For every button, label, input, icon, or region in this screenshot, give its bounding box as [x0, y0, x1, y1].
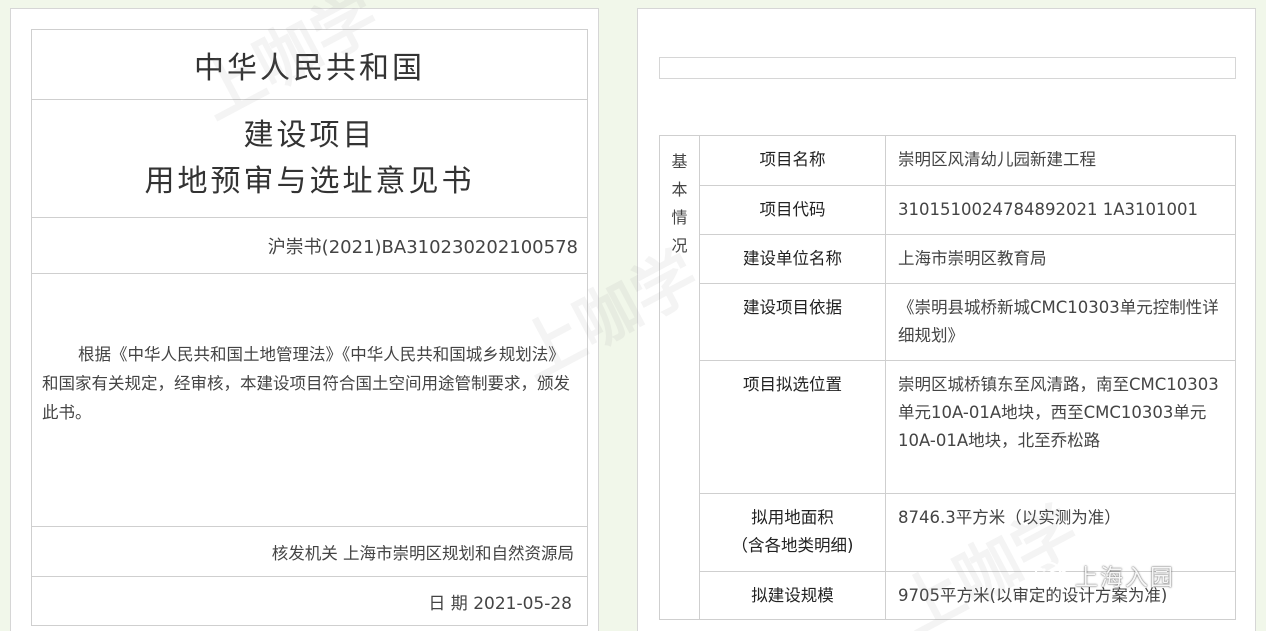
wechat-icon [1035, 561, 1069, 587]
certificate-body-text: 根据《中华人民共和国土地管理法》《中华人民共和国城乡规划法》和国家有关规定，经审… [32, 274, 587, 527]
row-label-line: （含各地类明细) [731, 536, 854, 555]
document-code: 沪崇书(2021)BA310230202100578 [32, 218, 587, 274]
row-label: 建设单位名称 [699, 234, 886, 284]
left-page: 中华人民共和国 建设项目 用地预审与选址意见书 沪崇书(2021)BA31023… [10, 8, 599, 631]
wechat-account-name: 上海入园 [1075, 565, 1175, 591]
project-basis-value: 《崇明县城桥新城CMC10303单元控制性详细规划》 [885, 283, 1236, 361]
side-header-char: 本 [671, 180, 688, 199]
title-line-1: 建设项目 [243, 117, 376, 153]
row-label: 项目拟选位置 [699, 360, 886, 494]
project-code-value: 3101510024784892021 1A3101001 [885, 185, 1236, 235]
header-bar [659, 57, 1236, 79]
certificate-frame: 中华人民共和国 建设项目 用地预审与选址意见书 沪崇书(2021)BA31023… [31, 29, 588, 626]
side-header-char: 情 [671, 208, 688, 227]
table-row: 基 本 情 况 项目名称 崇明区风清幼儿园新建工程 [659, 135, 1236, 620]
location-value: 崇明区城桥镇东至风清路，南至CMC10303单元10A-01A地块，西至CMC1… [885, 360, 1236, 494]
row-label: 拟用地面积 （含各地类明细) [699, 493, 886, 572]
table-row: 建设单位名称 上海市崇明区教育局 [660, 234, 1236, 284]
issuing-authority: 核发机关 上海市崇明区规划和自然资源局 [32, 527, 587, 577]
wechat-watermark: 上海入园 [1035, 558, 1175, 592]
row-label-line: 拟用地面积 [751, 508, 834, 527]
row-label: 项目代码 [699, 185, 886, 235]
basic-info-side-header: 基 本 情 况 [659, 135, 700, 620]
table-row: 建设项目依据 《崇明县城桥新城CMC10303单元控制性详细规划》 [660, 283, 1236, 361]
row-label: 拟建设规模 [699, 571, 886, 620]
side-header-char: 基 [671, 152, 688, 171]
builder-value: 上海市崇明区教育局 [885, 234, 1236, 284]
side-header-char: 况 [671, 236, 688, 255]
title-line-2: 用地预审与选址意见书 [144, 163, 475, 199]
project-name-value: 崇明区风清幼儿园新建工程 [885, 135, 1236, 186]
issue-date: 日 期 2021-05-28 [428, 593, 572, 614]
table-row: 项目代码 3101510024784892021 1A3101001 [660, 185, 1236, 235]
row-label: 项目名称 [699, 135, 886, 186]
project-info-table: 基 本 情 况 项目名称 崇明区风清幼儿园新建工程 项目代码 310151002… [659, 135, 1236, 620]
country-heading: 中华人民共和国 [32, 30, 587, 100]
table-row: 项目拟选位置 崇明区城桥镇东至风清路，南至CMC10303单元10A-01A地块… [660, 360, 1236, 494]
row-label: 建设项目依据 [699, 283, 886, 361]
certificate-title: 建设项目 用地预审与选址意见书 [32, 100, 587, 218]
